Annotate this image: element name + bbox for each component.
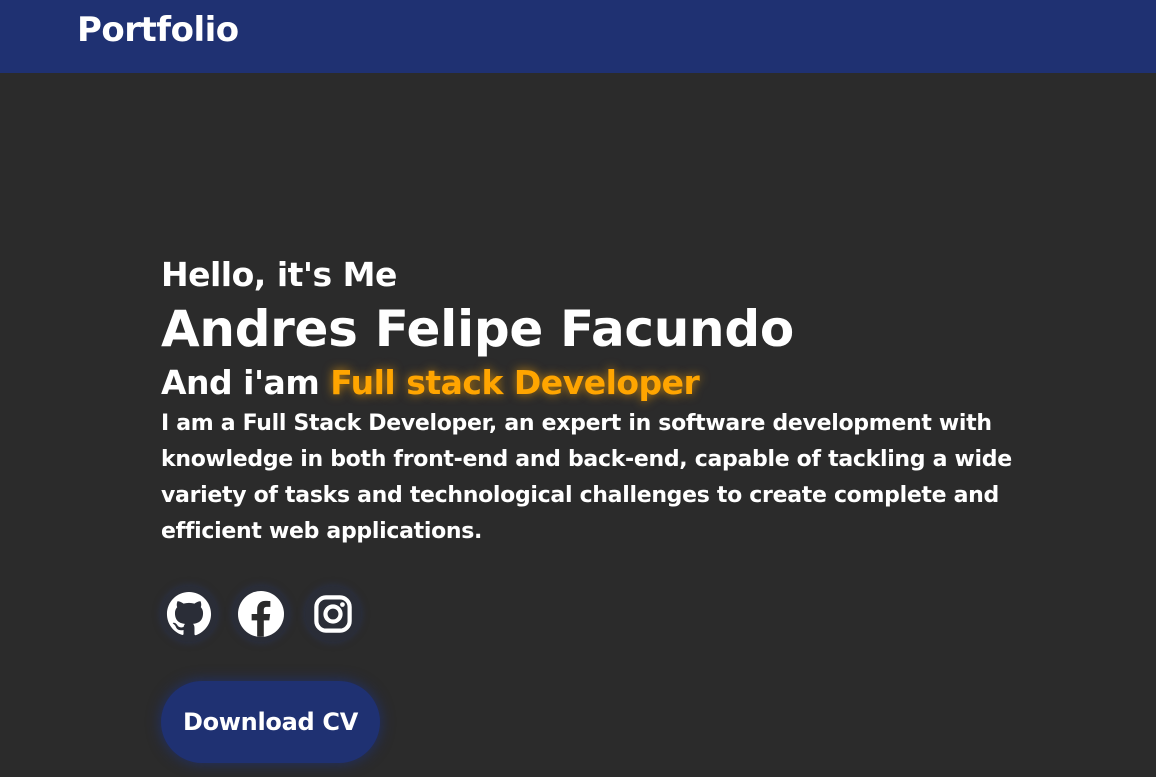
role-highlight: Full stack Developer	[330, 363, 700, 402]
instagram-link[interactable]	[305, 586, 361, 642]
hero-name: Andres Felipe Facundo	[161, 300, 794, 358]
github-link[interactable]	[161, 586, 217, 642]
instagram-icon	[312, 593, 354, 635]
role-prefix: And i'am	[161, 363, 320, 402]
facebook-link[interactable]	[233, 586, 289, 642]
download-cv-button[interactable]: Download CV	[161, 681, 380, 763]
hero-role: And i'am Full stack Developer	[161, 360, 1101, 406]
facebook-icon	[237, 590, 285, 638]
brand-logo-text[interactable]: Portfolio	[77, 10, 239, 50]
hero-description: I am a Full Stack Developer, an expert i…	[161, 411, 1012, 544]
top-navbar: Portfolio	[0, 0, 1156, 73]
hero-greeting: Hello, it's Me	[161, 255, 397, 294]
social-links	[161, 586, 361, 642]
hero-section: Hello, it's Me Andres Felipe Facundo And…	[161, 252, 1101, 550]
github-icon	[166, 591, 212, 637]
